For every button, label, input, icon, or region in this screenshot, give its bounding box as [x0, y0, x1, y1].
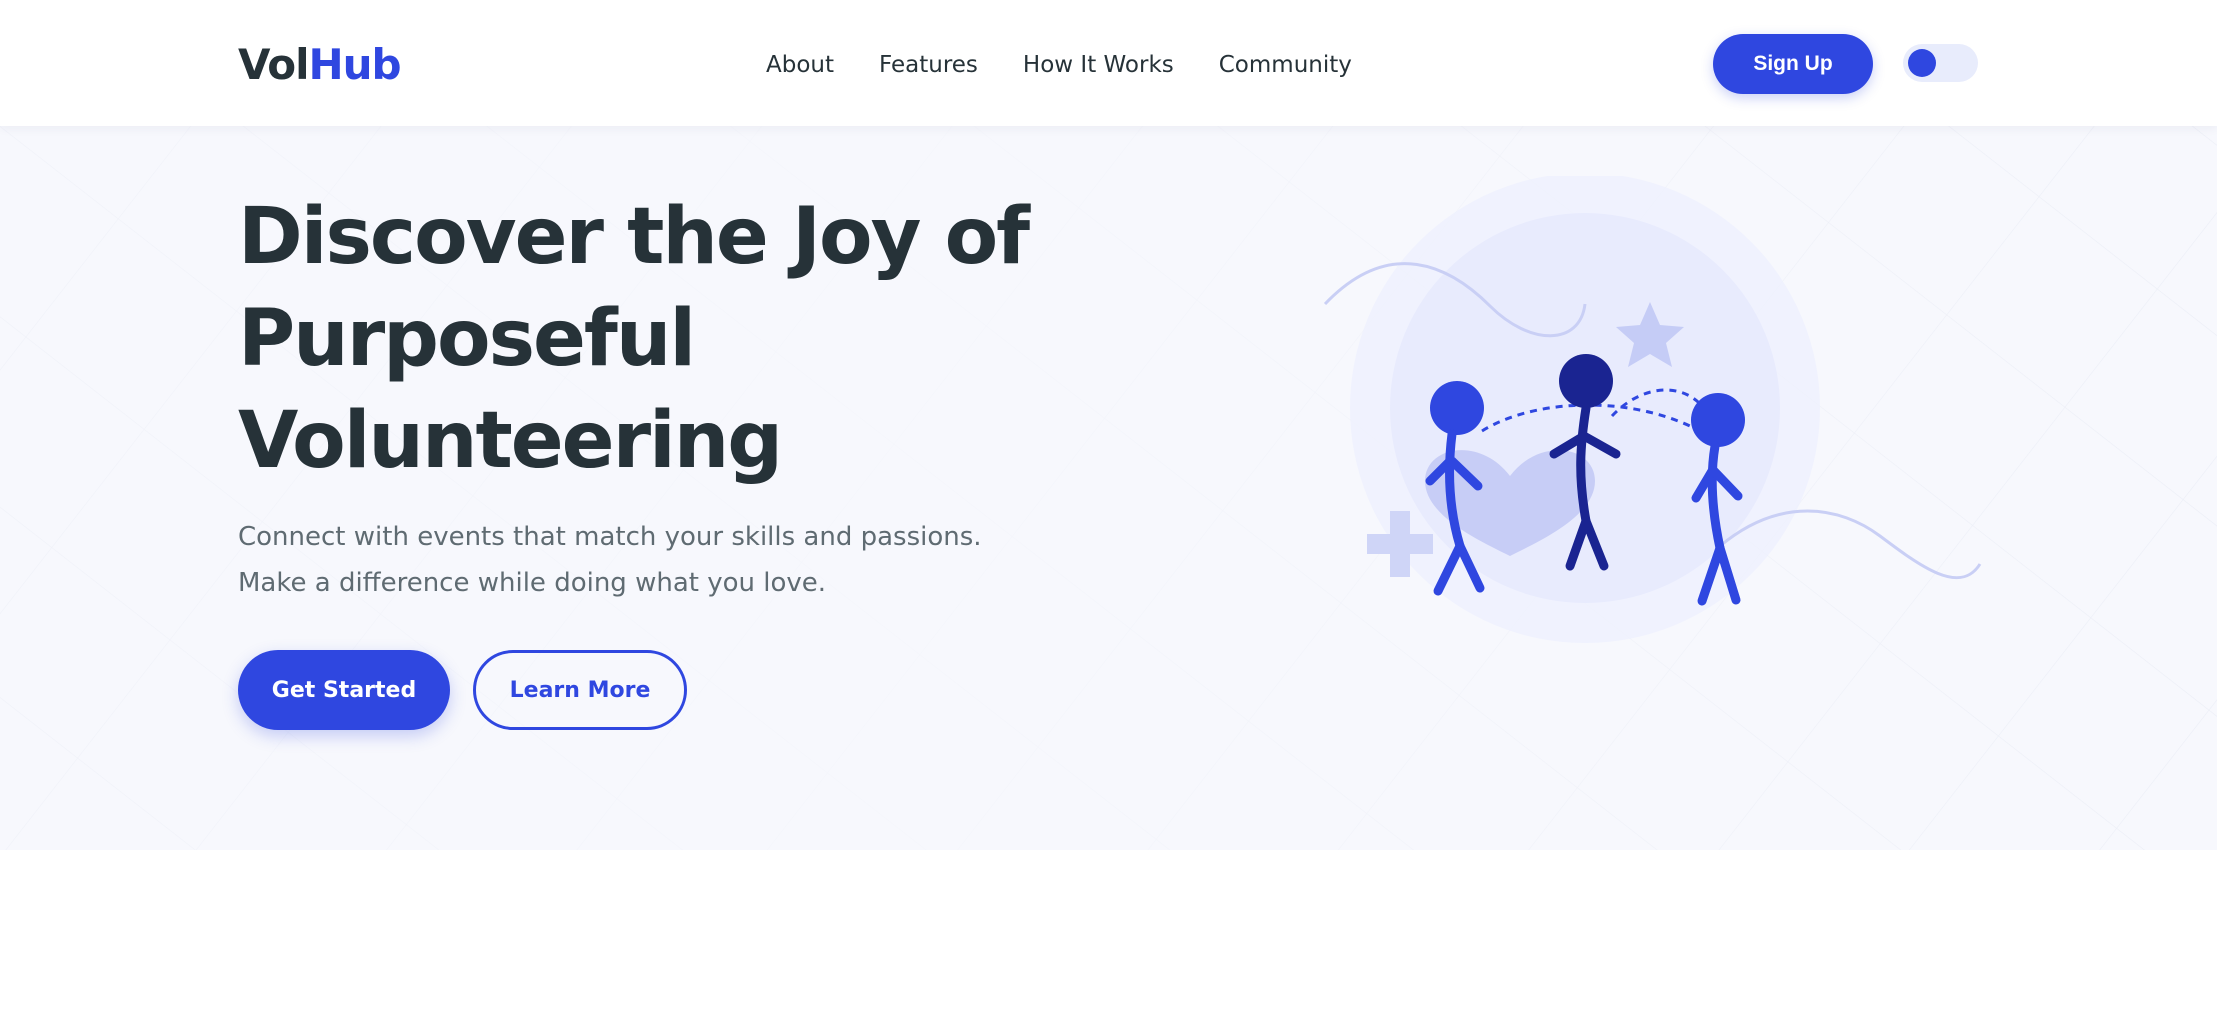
- toggle-knob: [1908, 49, 1936, 77]
- logo-vol: Vol: [238, 40, 309, 89]
- nav-link-about[interactable]: About: [766, 48, 834, 82]
- hero-title-line-1: Discover the Joy of: [238, 192, 1030, 282]
- hero-title-line-2: Purposeful: [238, 294, 696, 384]
- navbar: VolHub About Features How It Works Commu…: [0, 0, 2217, 126]
- nav-link-community[interactable]: Community: [1219, 48, 1352, 82]
- hero-title-line-3: Volunteering: [238, 396, 783, 486]
- hero-subtitle: Connect with events that match your skil…: [238, 514, 998, 606]
- hero-title: Discover the Joy of Purposeful Volunteer…: [238, 186, 1038, 492]
- hero-section: Discover the Joy of Purposeful Volunteer…: [0, 126, 2217, 850]
- nav-links: About Features How It Works Community: [766, 48, 1352, 82]
- volunteers-illustration: [1323, 176, 1982, 643]
- nav-link-features[interactable]: Features: [879, 48, 978, 82]
- signup-button[interactable]: Sign Up: [1713, 34, 1873, 94]
- logo[interactable]: VolHub: [238, 40, 402, 90]
- logo-hub: Hub: [308, 40, 401, 89]
- theme-toggle[interactable]: [1903, 44, 1978, 82]
- hero-subtitle-line-2: Make a difference while doing what you l…: [238, 568, 827, 598]
- learn-more-button[interactable]: Learn More: [473, 650, 687, 730]
- hero-subtitle-line-1: Connect with events that match your skil…: [238, 522, 982, 552]
- nav-link-how-it-works[interactable]: How It Works: [1023, 48, 1174, 82]
- get-started-button[interactable]: Get Started: [238, 650, 450, 730]
